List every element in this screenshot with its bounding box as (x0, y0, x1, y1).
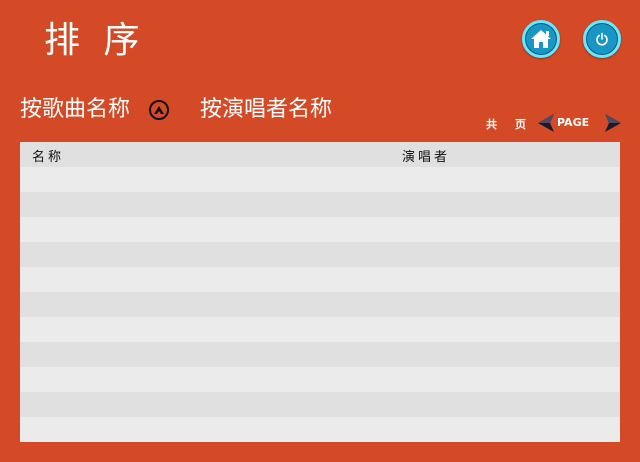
page-total-prefix: 共 (486, 118, 497, 131)
table-row[interactable] (20, 267, 620, 292)
table-header: 名称 演唱者 (20, 142, 620, 167)
table-row[interactable] (20, 242, 620, 267)
table-row[interactable] (20, 217, 620, 242)
table-row[interactable] (20, 392, 620, 417)
page-total-suffix: 页 (515, 118, 526, 131)
column-header-singer: 演唱者 (402, 150, 451, 165)
prev-page-button[interactable] (536, 112, 556, 137)
sort-by-song-name[interactable]: 按歌曲名称 (20, 94, 130, 126)
table-row[interactable] (20, 417, 620, 442)
home-button[interactable] (522, 20, 560, 58)
table-row[interactable] (20, 367, 620, 392)
table-row[interactable] (20, 317, 620, 342)
sort-ascending-icon (154, 106, 164, 114)
arrow-right-icon (605, 114, 621, 132)
song-table: 名称 演唱者 (20, 142, 620, 442)
page-title: 排 序 (44, 20, 146, 61)
table-row[interactable] (20, 292, 620, 317)
home-icon (531, 30, 551, 48)
sort-ascending-button[interactable] (149, 100, 169, 120)
power-icon (596, 32, 608, 46)
power-button[interactable] (583, 20, 621, 58)
table-row[interactable] (20, 342, 620, 367)
table-body (20, 167, 620, 442)
next-page-button[interactable] (603, 112, 623, 137)
page-label: PAGE (557, 116, 590, 129)
table-row[interactable] (20, 192, 620, 217)
arrow-left-icon (538, 114, 554, 132)
column-header-name: 名称 (32, 150, 65, 165)
sort-by-singer-name[interactable]: 按演唱者名称 (200, 94, 332, 126)
table-row[interactable] (20, 167, 620, 192)
